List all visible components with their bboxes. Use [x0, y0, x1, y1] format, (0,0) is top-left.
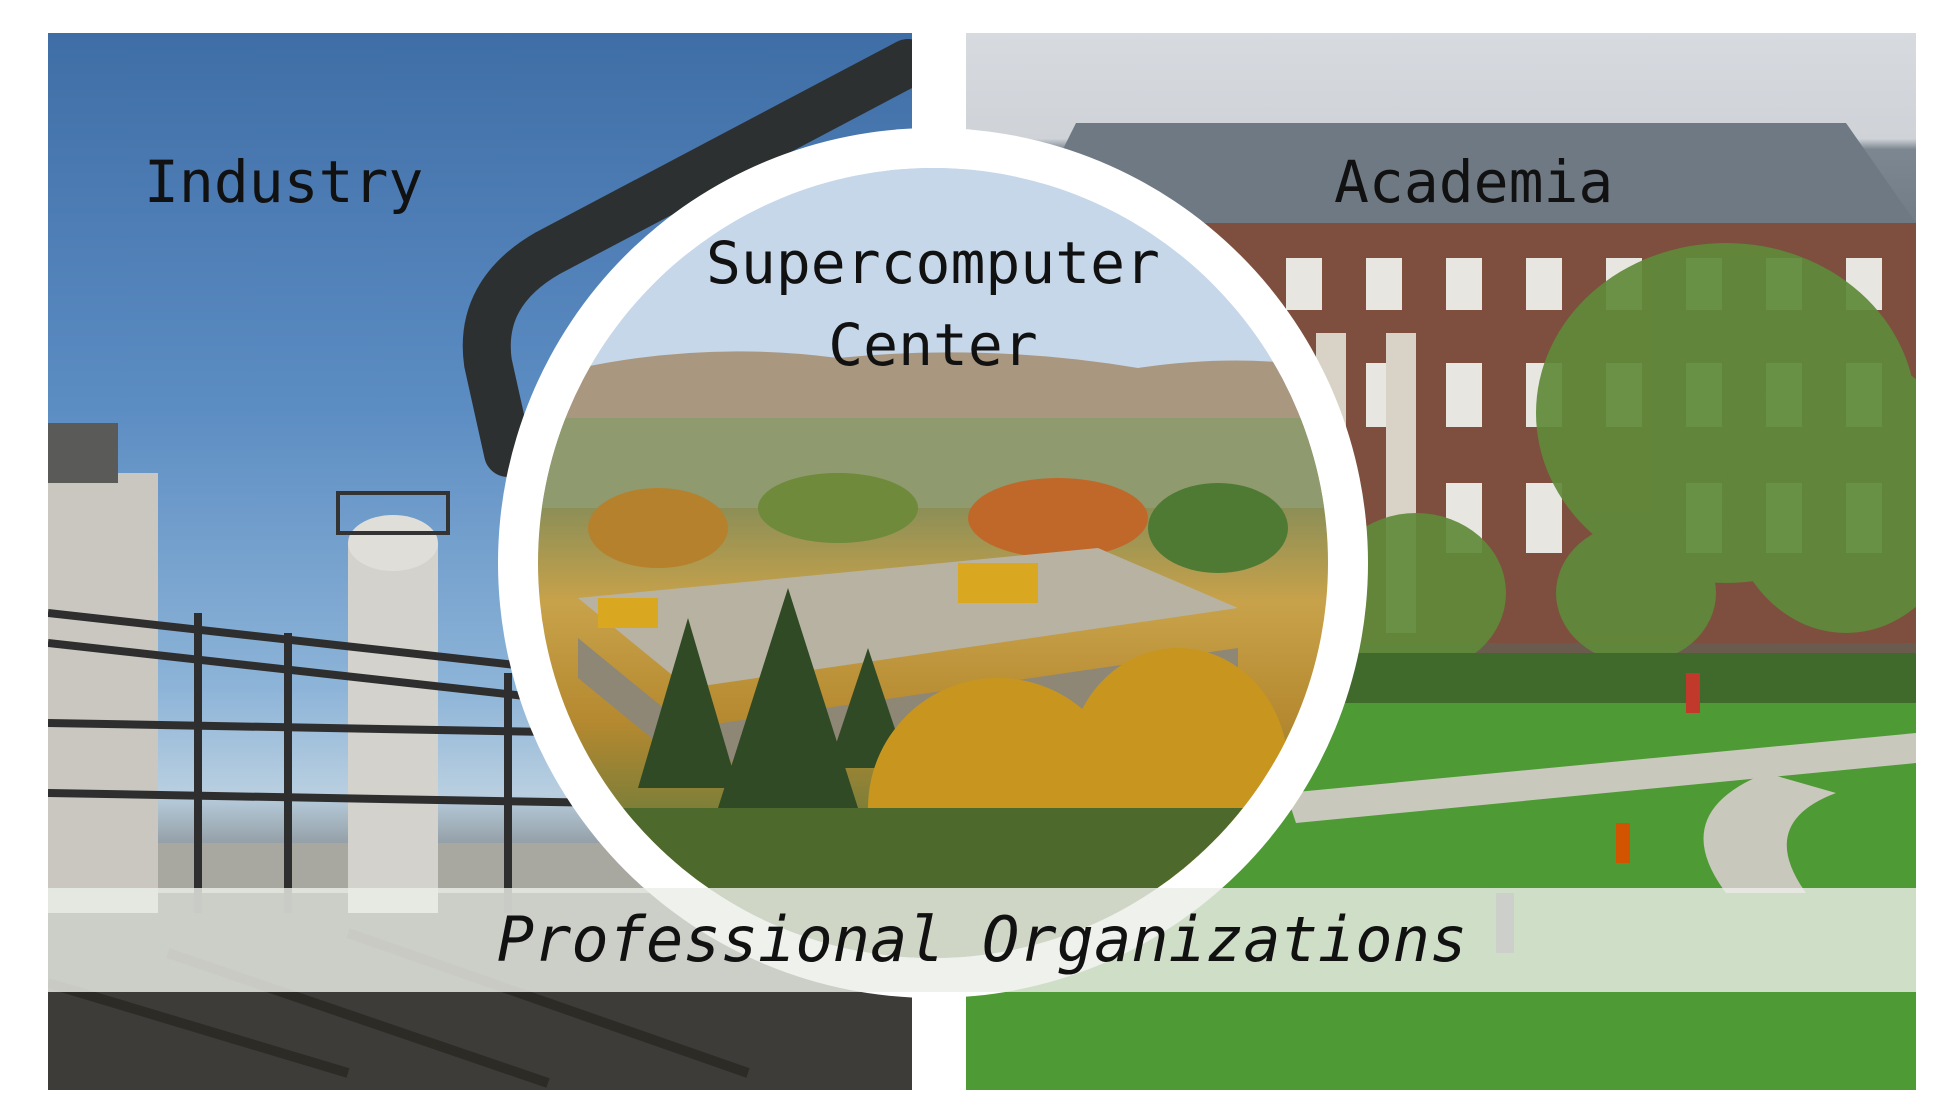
- center-label-line2: Center: [828, 311, 1038, 379]
- industry-label: Industry: [144, 148, 424, 216]
- supercomputer-center-label: Supercomputer Center: [683, 222, 1183, 386]
- professional-organizations-label: Professional Organizations: [496, 903, 1468, 976]
- center-label-line1: Supercomputer: [706, 229, 1160, 297]
- collage: Industry Academia Supercomputer Center P…: [0, 0, 1952, 1120]
- academia-label: Academia: [1334, 148, 1614, 216]
